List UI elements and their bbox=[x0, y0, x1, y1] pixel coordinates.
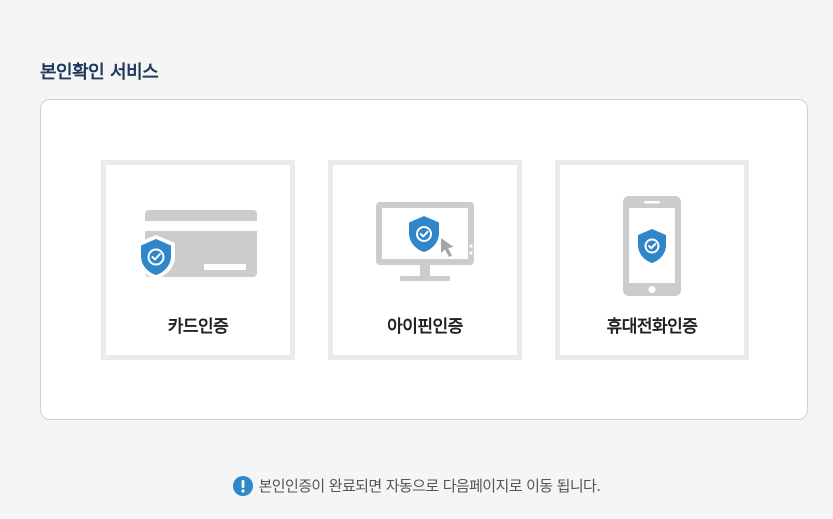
mobile-verification-label: 휴대전화인증 bbox=[606, 317, 698, 337]
mobile-phone-shield-icon bbox=[623, 196, 681, 296]
page-title: 본인확인 서비스 bbox=[40, 62, 159, 83]
credit-card-shield-icon bbox=[137, 210, 257, 279]
notice-message: 본인인증이 완료되면 자동으로 다음페이지로 이동 됩니다. bbox=[0, 474, 833, 498]
monitor-shield-icon bbox=[376, 202, 474, 281]
exclamation-circle-icon bbox=[232, 476, 253, 496]
card-verification-button[interactable]: 카드인증 bbox=[101, 160, 295, 360]
notice-text: 본인인증이 완료되면 자동으로 다음페이지로 이동 됩니다. bbox=[258, 477, 601, 495]
mobile-verification-button[interactable]: 휴대전화인증 bbox=[555, 160, 749, 360]
ipin-verification-button[interactable]: 아이핀인증 bbox=[328, 160, 522, 360]
ipin-verification-label: 아이핀인증 bbox=[387, 317, 463, 337]
card-verification-label: 카드인증 bbox=[167, 317, 229, 337]
